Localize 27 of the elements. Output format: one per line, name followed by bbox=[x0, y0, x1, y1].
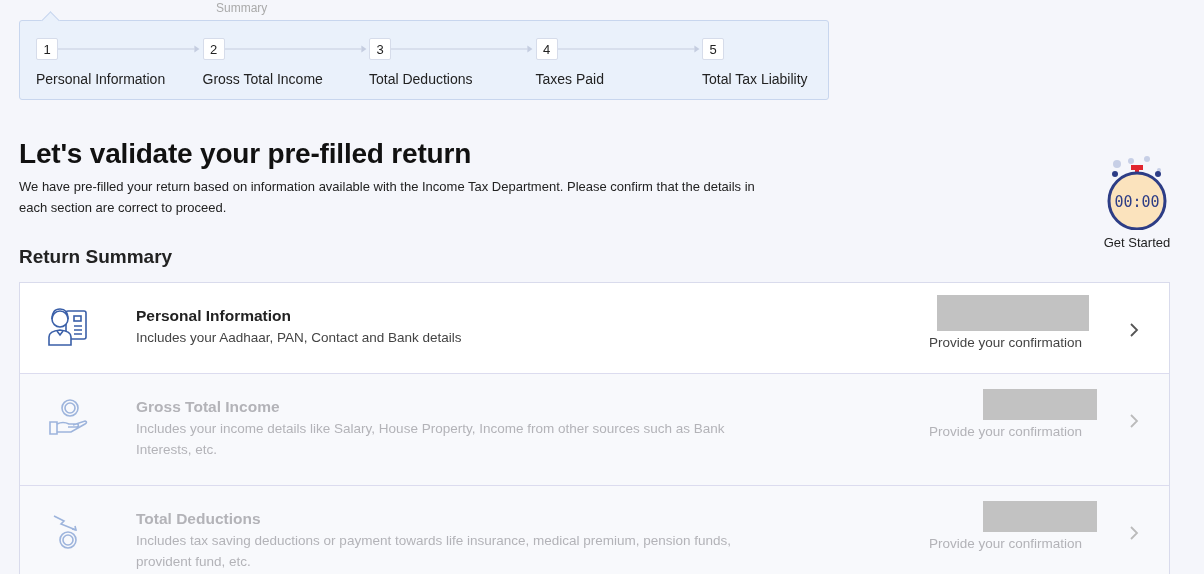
card-description: Includes your Aadhaar, PAN, Contact and Bank details bbox=[136, 329, 463, 347]
step-number: 4 bbox=[535, 38, 558, 60]
confirmation-status: Provide your confirmation bbox=[929, 335, 1083, 350]
step-number: 1 bbox=[36, 38, 58, 60]
get-started-label[interactable]: Get Started bbox=[1103, 235, 1171, 250]
breadcrumb-label: Summary bbox=[216, 1, 268, 15]
card-title: Total Deductions bbox=[136, 510, 262, 528]
card-description: Includes your income details like Salary, House Property, Income from other sources such as Bank Interests, etc. bbox=[136, 420, 726, 459]
section-card[interactable]: Personal Information Includes your Aadhaar, PAN, Contact and Bank details Provide your confirmation bbox=[20, 283, 1169, 374]
step-label: Taxes Paid bbox=[535, 71, 605, 87]
person-id-card-icon bbox=[46, 305, 90, 349]
section-heading: Return Summary bbox=[19, 246, 174, 268]
card-description: Includes tax saving deductions or payment towards life insurance, medical premium, pension funds, provident fund, etc. bbox=[136, 532, 733, 571]
step-number: 3 bbox=[369, 38, 391, 60]
card-title: Gross Total Income bbox=[136, 398, 281, 416]
step-number: 2 bbox=[202, 38, 225, 60]
step-label: Personal Information bbox=[36, 71, 167, 87]
card-title: Personal Information bbox=[136, 307, 293, 325]
step-label: Total Deductions bbox=[369, 71, 474, 87]
step-label: Total Tax Liability bbox=[702, 71, 809, 87]
step-label: Gross Total Income bbox=[202, 71, 324, 87]
confirmation-status: Provide your confirmation bbox=[929, 536, 1083, 551]
intro-text: We have pre-filled your return based on information available with the Income Tax Department. Please confirm that the details in each section are correct to proceed. bbox=[19, 178, 756, 217]
step-number: 5 bbox=[702, 38, 724, 60]
confirmation-status: Provide your confirmation bbox=[929, 424, 1083, 439]
chevron-right-icon[interactable] bbox=[1129, 323, 1139, 337]
page-heading: Let's validate your pre-filled return bbox=[19, 138, 473, 170]
